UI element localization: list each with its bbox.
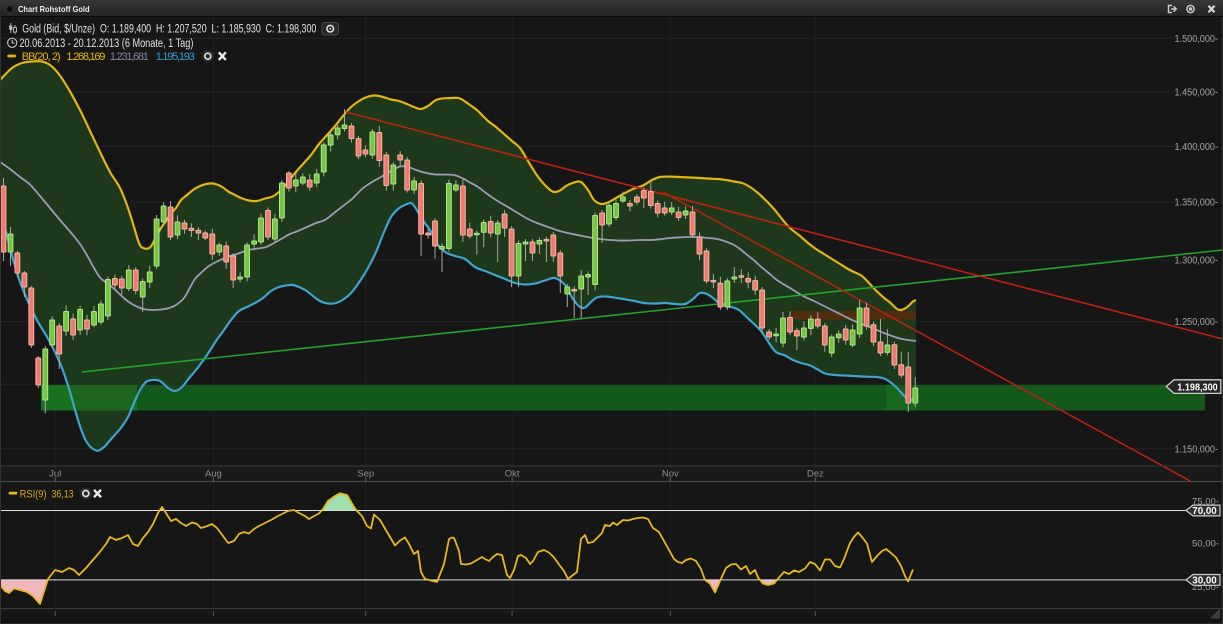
svg-text:36,13: 36,13 bbox=[52, 488, 74, 500]
svg-text:1.400,000-: 1.400,000- bbox=[1175, 142, 1219, 153]
svg-text:1.300,000-: 1.300,000- bbox=[1175, 256, 1219, 267]
svg-text:1.250,000-: 1.250,000- bbox=[1175, 317, 1219, 328]
svg-text:Gold (Bid, $/Unze) O: 1.189,4: Gold (Bid, $/Unze) O: 1.189,400 H: 1.207… bbox=[22, 24, 316, 36]
svg-text:1.500,000-: 1.500,000- bbox=[1175, 34, 1219, 45]
svg-text:1.198,300: 1.198,300 bbox=[1177, 382, 1218, 393]
svg-text:50,00-: 50,00- bbox=[1192, 538, 1219, 549]
svg-text:1.195,193: 1.195,193 bbox=[156, 51, 195, 63]
svg-text:BB(20, 2): BB(20, 2) bbox=[22, 51, 61, 63]
svg-text:30,00: 30,00 bbox=[1192, 576, 1217, 587]
svg-text:20.06.2013 - 20.12.2013 (6 Mon: 20.06.2013 - 20.12.2013 (6 Monate, 1 Tag… bbox=[19, 38, 193, 50]
svg-text:1.231,681: 1.231,681 bbox=[110, 51, 149, 63]
svg-text:70,00: 70,00 bbox=[1192, 506, 1217, 517]
svg-text:1.350,000-: 1.350,000- bbox=[1175, 198, 1219, 209]
svg-text:1.268,169: 1.268,169 bbox=[66, 51, 105, 63]
svg-text:1.150,000-: 1.150,000- bbox=[1175, 444, 1219, 455]
svg-text:Chart Rohstoff Gold: Chart Rohstoff Gold bbox=[18, 4, 90, 14]
svg-text:RSI(9): RSI(9) bbox=[20, 488, 47, 500]
svg-text:1.450,000-: 1.450,000- bbox=[1175, 88, 1219, 99]
